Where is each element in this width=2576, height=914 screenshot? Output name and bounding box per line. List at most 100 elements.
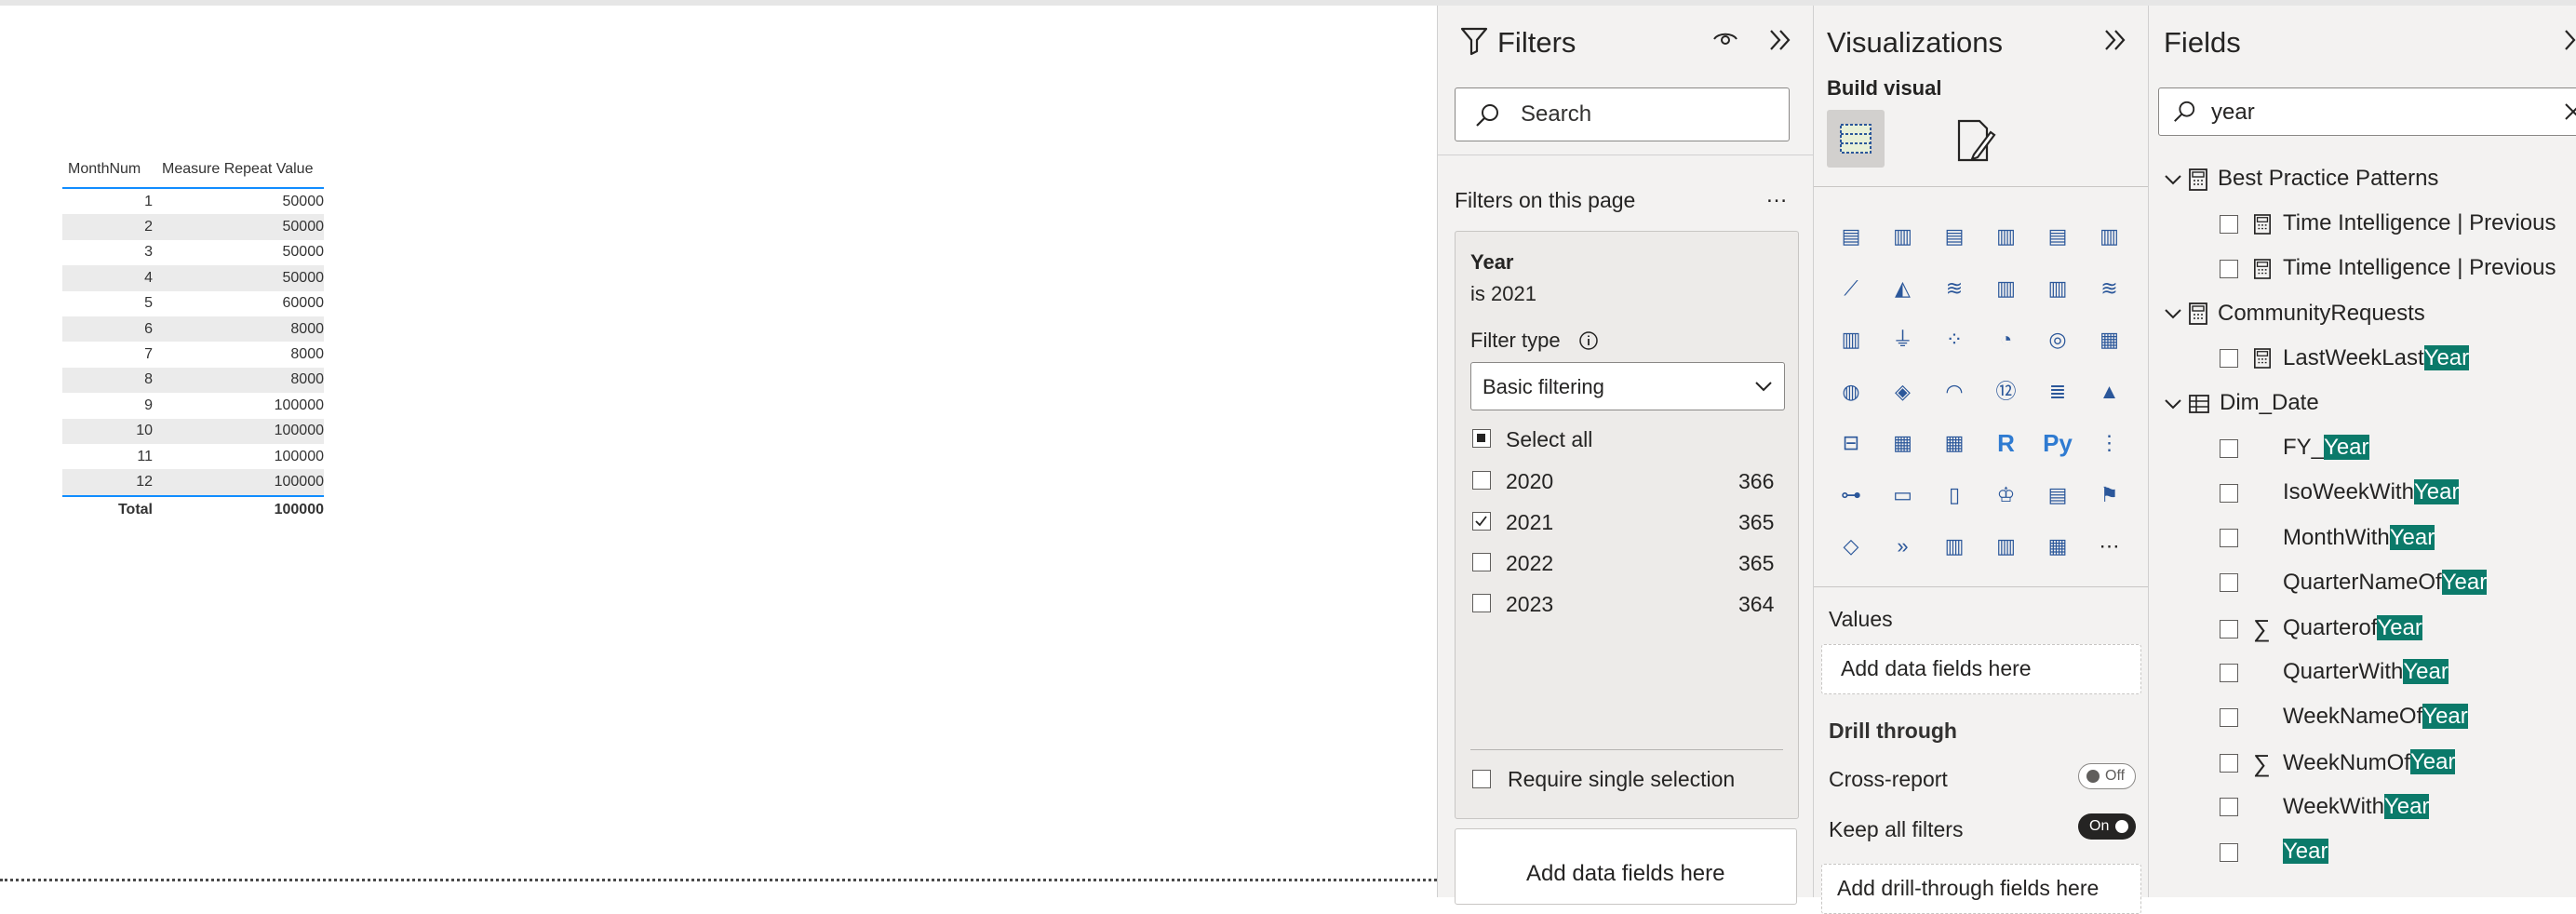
100-bar-icon[interactable]: ▤ <box>2041 220 2074 253</box>
field-checkbox[interactable] <box>2220 798 2238 817</box>
clustered-column-icon[interactable]: ▥ <box>1990 220 2023 253</box>
field-item[interactable]: IsoWeekWithYear <box>2220 479 2460 505</box>
ribbon-icon[interactable]: ≋ <box>2093 272 2127 305</box>
more-options-icon[interactable]: … <box>1765 182 1788 208</box>
waterfall-icon[interactable]: ▥ <box>1834 323 1868 356</box>
table-visual[interactable]: MonthNum Measure Repeat Value 1 50000 2 500… <box>62 152 324 523</box>
year-option-checkbox[interactable] <box>1472 471 1491 490</box>
filter-type-dropdown[interactable]: Basic filtering <box>1470 362 1785 410</box>
field-checkbox[interactable] <box>2220 708 2238 728</box>
decomposition-tree-icon[interactable]: ⊶ <box>1834 478 1868 512</box>
goals-icon[interactable]: ♔ <box>1990 478 2023 512</box>
format-visual-icon[interactable] <box>1953 117 1998 164</box>
collapse-fields-icon[interactable] <box>2562 28 2576 52</box>
report-canvas[interactable]: MonthNum Measure Repeat Value 1 50000 2 500… <box>0 6 1437 881</box>
monthnum-cell: 8 <box>144 371 153 388</box>
smart-narrative-icon[interactable]: ▤ <box>2041 478 2074 512</box>
more-icon[interactable]: ⋯ <box>2093 530 2127 563</box>
field-checkbox[interactable] <box>2220 842 2238 862</box>
folder-node[interactable]: CommunityRequests <box>2164 301 2425 327</box>
field-item[interactable]: QuarterNameOfYear <box>2220 569 2488 596</box>
field-item[interactable]: WeekWithYear <box>2220 793 2430 820</box>
donut-icon[interactable]: ◎ <box>2041 323 2074 356</box>
field-checkbox[interactable] <box>2220 438 2238 458</box>
gauge-icon[interactable]: ◠ <box>1938 375 1971 409</box>
filters-add-fields-zone[interactable]: Add data fields here <box>1455 828 1797 905</box>
card-icon[interactable]: ⑫ <box>1990 375 2023 409</box>
clustered-bar-icon[interactable]: ▤ <box>1938 220 1971 253</box>
filters-search-input[interactable]: Search <box>1455 87 1790 141</box>
slicer-icon[interactable]: ⊟ <box>1834 426 1868 460</box>
field-item[interactable]: MonthWithYear <box>2220 524 2435 551</box>
column-header-measure[interactable]: Measure Repeat Value <box>153 161 324 178</box>
charticulator-icon[interactable]: ▥ <box>1938 530 1971 563</box>
year-option-checkbox[interactable] <box>1472 512 1491 531</box>
map-icon[interactable]: ◍ <box>1834 375 1868 409</box>
folder-node[interactable]: Best Practice Patterns <box>2164 166 2438 192</box>
keep-all-filters-toggle[interactable]: On <box>2078 813 2136 840</box>
kpi-icon[interactable]: ▲ <box>2093 375 2127 409</box>
scatter-icon[interactable]: ⁘ <box>1938 323 1971 356</box>
line-icon[interactable]: ⟋ <box>1834 272 1868 305</box>
multi-row-card-icon[interactable]: ≣ <box>2041 375 2074 409</box>
drill-through-well[interactable]: Add drill-through fields here <box>1821 864 2141 914</box>
funnel-icon[interactable]: ⏚ <box>1886 323 1920 356</box>
field-checkbox[interactable] <box>2220 619 2238 638</box>
year-option-checkbox[interactable] <box>1472 553 1491 571</box>
field-checkbox[interactable] <box>2220 754 2238 773</box>
python-visual-icon[interactable]: Py <box>2041 426 2074 460</box>
select-all-checkbox[interactable] <box>1472 429 1491 448</box>
mekko-icon[interactable]: ▦ <box>2041 530 2074 563</box>
filled-map-icon[interactable]: ◈ <box>1886 375 1920 409</box>
field-checkbox[interactable] <box>2220 484 2238 504</box>
r-visual-icon[interactable]: R <box>1990 426 2023 460</box>
values-well[interactable]: Add data fields here <box>1821 644 2141 694</box>
paginated-icon[interactable]: ▯ <box>1938 478 1971 512</box>
100-column-icon[interactable]: ▥ <box>2093 220 2127 253</box>
field-item[interactable]: FY_Year <box>2220 435 2369 461</box>
fields-search-input[interactable]: year <box>2158 87 2576 136</box>
field-item[interactable]: Time Intelligence | Previous <box>2220 210 2556 236</box>
matrix-icon[interactable]: ▦ <box>1938 426 1971 460</box>
field-item[interactable]: WeekNameOfYear <box>2220 704 2468 730</box>
cross-report-toggle[interactable]: Off <box>2078 763 2136 789</box>
table-icon[interactable]: ▦ <box>1886 426 1920 460</box>
year-option-checkbox[interactable] <box>1472 594 1491 612</box>
power-automate-icon[interactable]: » <box>1886 530 1920 563</box>
field-checkbox[interactable] <box>2220 663 2238 682</box>
field-item[interactable]: ∑ WeekNumOfYear <box>2220 749 2456 778</box>
table-node[interactable]: Dim_Date <box>2164 390 2319 416</box>
azure-map-icon[interactable]: ⚑ <box>2093 478 2127 512</box>
area-icon[interactable]: ◭ <box>1886 272 1920 305</box>
field-item[interactable]: Time Intelligence | Previous <box>2220 255 2556 281</box>
field-checkbox[interactable] <box>2220 573 2238 593</box>
collapse-filters-icon[interactable] <box>1767 28 1793 52</box>
column-header-monthnum[interactable]: MonthNum <box>62 161 153 178</box>
qa-icon[interactable]: ▭ <box>1886 478 1920 512</box>
line-column-icon[interactable]: ▥ <box>1990 272 2023 305</box>
require-single-checkbox[interactable] <box>1472 770 1491 788</box>
key-influencers-icon[interactable]: ⋮ <box>2093 426 2127 460</box>
field-checkbox[interactable] <box>2220 260 2238 279</box>
info-icon[interactable] <box>1578 330 1599 351</box>
line-clustered-icon[interactable]: ▥ <box>2041 272 2074 305</box>
stacked-bar-icon[interactable]: ▤ <box>1834 220 1868 253</box>
field-item[interactable]: ∑ QuarterofYear <box>2220 614 2422 643</box>
pie-icon[interactable]: ◔ <box>1990 323 2023 356</box>
clear-search-icon[interactable] <box>2563 101 2576 122</box>
build-visual-tab[interactable] <box>1827 110 1885 168</box>
year-filter-card[interactable]: Year is 2021 Filter type Basic filtering… <box>1455 231 1799 819</box>
field-checkbox[interactable] <box>2220 529 2238 548</box>
power-apps-icon[interactable]: ◇ <box>1834 530 1868 563</box>
eye-icon[interactable] <box>1711 28 1739 48</box>
field-item[interactable]: LastWeekLastYear <box>2220 344 2470 371</box>
field-checkbox[interactable] <box>2220 349 2238 369</box>
field-item[interactable]: Year <box>2220 839 2328 865</box>
stacked-column-icon[interactable]: ▥ <box>1886 220 1920 253</box>
bullet-icon[interactable]: ▥ <box>1990 530 2023 563</box>
treemap-icon[interactable]: ▦ <box>2093 323 2127 356</box>
field-item[interactable]: QuarterWithYear <box>2220 659 2449 685</box>
stacked-area-icon[interactable]: ≋ <box>1938 272 1971 305</box>
collapse-visualizations-icon[interactable] <box>2102 28 2128 52</box>
field-checkbox[interactable] <box>2220 214 2238 234</box>
